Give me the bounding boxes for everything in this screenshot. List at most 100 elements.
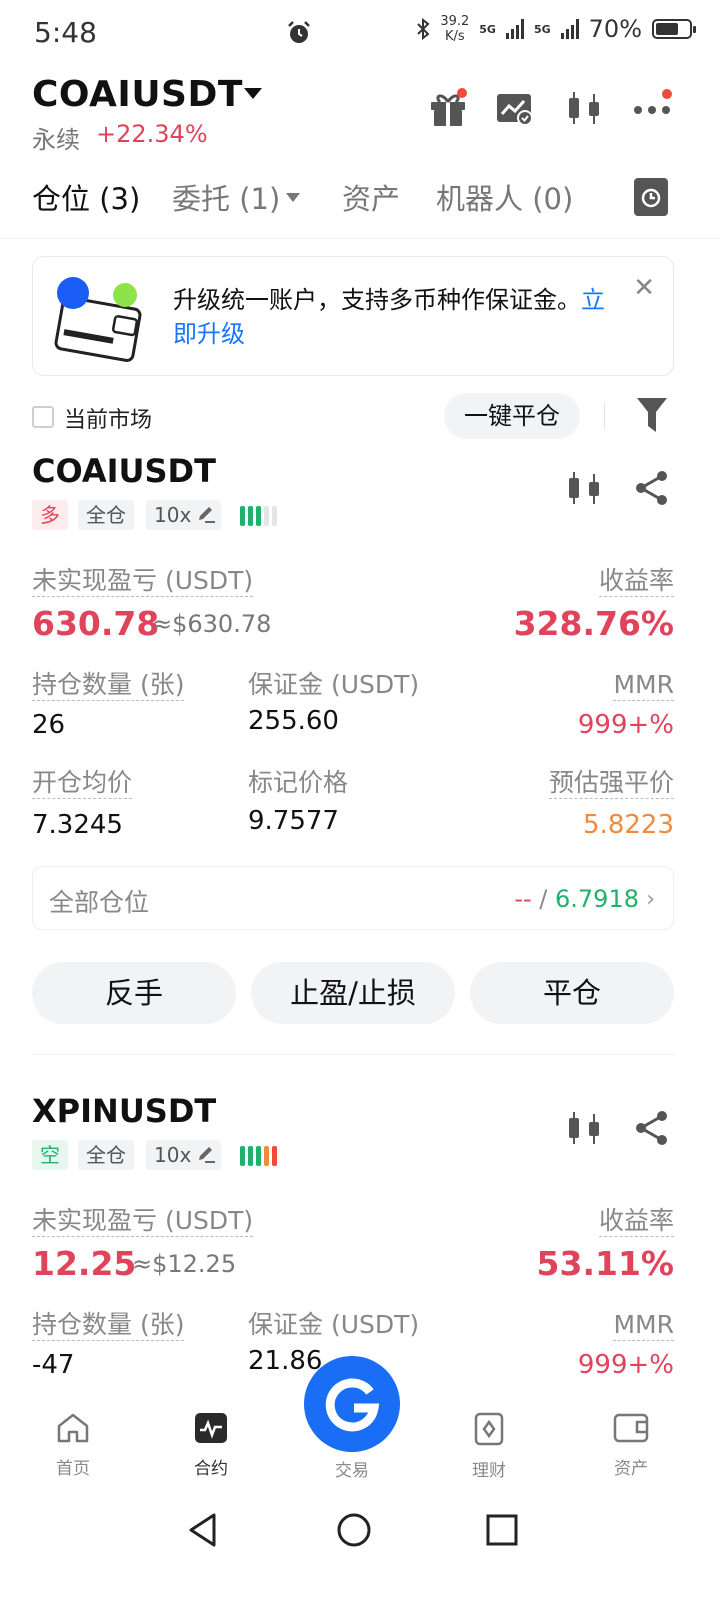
margin-mode-tag: 全仓	[78, 500, 134, 530]
close-position-button[interactable]: 平仓	[470, 962, 674, 1024]
unrealized-pnl-usd: ≈$630.78	[152, 610, 272, 638]
candlestick-icon[interactable]	[564, 88, 604, 128]
upgrade-banner[interactable]: 升级统一账户，支持多币种作保证金。立即升级 ✕	[32, 256, 674, 376]
nav-earn[interactable]: 理财	[444, 1412, 534, 1481]
chevron-right-icon: ›	[646, 887, 655, 912]
unrealized-pnl-usd: ≈$12.25	[132, 1250, 237, 1278]
nav-home-label: 首页	[56, 1459, 90, 1479]
tab-assets[interactable]: 资产	[342, 176, 400, 218]
margin-value: 255.60	[248, 706, 339, 736]
all-positions-label: 全部仓位	[49, 888, 150, 917]
home-circle-icon[interactable]	[336, 1512, 372, 1548]
roe-label[interactable]: 收益率	[598, 1206, 674, 1237]
risk-level-bars	[240, 1146, 277, 1166]
network-type-1: 5G	[479, 22, 496, 36]
risk-bar	[240, 1146, 245, 1166]
current-market-label[interactable]: 当前市场	[64, 402, 152, 434]
chart-check-icon[interactable]	[494, 88, 534, 128]
candlestick-icon[interactable]	[564, 468, 604, 508]
quantity-label[interactable]: 持仓数量 (张)	[32, 1310, 185, 1341]
earn-icon	[474, 1412, 504, 1446]
pair-title[interactable]: COAIUSDT	[32, 74, 243, 115]
margin-label: 保证金 (USDT)	[248, 1310, 420, 1339]
tp-sl-button[interactable]: 止盈/止损	[251, 962, 455, 1024]
margin-label: 保证金 (USDT)	[248, 670, 420, 699]
nav-futures[interactable]: 合约	[166, 1412, 256, 1479]
pair-dropdown-caret-icon[interactable]	[244, 88, 262, 99]
quantity-label[interactable]: 持仓数量 (张)	[32, 670, 185, 701]
roe-label[interactable]: 收益率	[598, 566, 674, 597]
candlestick-icon[interactable]	[564, 1108, 604, 1148]
tab-positions[interactable]: 仓位 (3)	[32, 176, 140, 218]
recents-square-icon[interactable]	[486, 1514, 518, 1546]
tab-orders[interactable]: 委托 (1)	[172, 176, 280, 218]
battery-percentage: 70%	[588, 15, 642, 43]
trade-logo-icon	[325, 1378, 380, 1432]
risk-bar	[248, 506, 253, 526]
system-navigation-bar	[0, 1500, 720, 1600]
trade-button[interactable]	[304, 1356, 400, 1452]
share-icon[interactable]	[632, 468, 672, 508]
mark-price-label: 标记价格	[248, 768, 349, 797]
liq-price-label[interactable]: 预估强平价	[548, 768, 674, 799]
share-icon[interactable]	[632, 1108, 672, 1148]
home-icon	[57, 1413, 89, 1443]
price-change: +22.34%	[96, 120, 208, 148]
unrealized-pnl-label[interactable]: 未实现盈亏 (USDT)	[32, 1206, 254, 1237]
risk-bar	[272, 1146, 277, 1166]
roe-value: 53.11%	[536, 1244, 674, 1283]
nav-futures-label: 合约	[194, 1459, 228, 1479]
position-symbol[interactable]: COAIUSDT	[32, 452, 216, 490]
current-market-checkbox[interactable]	[32, 406, 54, 428]
risk-bar	[264, 1146, 269, 1166]
entry-price-label[interactable]: 开仓均价	[32, 768, 133, 799]
unrealized-pnl-value: 630.78	[32, 604, 160, 643]
mmr-label[interactable]: MMR	[613, 1310, 674, 1341]
banner-close-icon[interactable]: ✕	[633, 273, 655, 303]
unrealized-pnl-label[interactable]: 未实现盈亏 (USDT)	[32, 566, 254, 597]
card-divider	[32, 1054, 674, 1055]
more-notification-dot	[662, 89, 672, 99]
quantity-value: 26	[32, 710, 66, 740]
risk-bar	[256, 506, 261, 526]
futures-icon	[195, 1413, 227, 1443]
status-bar: 5:48 39.2 K/s 5G 5G 70%	[0, 0, 720, 70]
quantity-value: -47	[32, 1350, 75, 1380]
mmr-label[interactable]: MMR	[613, 670, 674, 701]
edit-pencil-icon[interactable]	[196, 1146, 216, 1164]
nav-home[interactable]: 首页	[28, 1412, 118, 1479]
filter-separator	[604, 402, 605, 430]
margin-mode-tag: 全仓	[78, 1140, 134, 1170]
all-positions-summary[interactable]: 全部仓位 -- / 6.7918 ›	[32, 866, 674, 930]
close-all-button[interactable]: 一键平仓	[444, 393, 580, 439]
orders-dropdown-caret-icon[interactable]	[286, 193, 300, 202]
network-speed: 39.2 K/s	[440, 14, 470, 44]
mmr-value: 999+%	[577, 710, 674, 740]
risk-level-bars	[240, 506, 277, 526]
nav-trade-label: 交易	[335, 1461, 369, 1481]
side-tag-short: 空	[32, 1140, 68, 1170]
all-positions-value: -- / 6.7918	[514, 885, 639, 913]
risk-bar	[240, 506, 245, 526]
filter-icon[interactable]	[636, 396, 668, 434]
status-time: 5:48	[34, 16, 97, 49]
risk-bar	[256, 1146, 261, 1166]
risk-bar	[264, 506, 269, 526]
tab-bots[interactable]: 机器人 (0)	[436, 176, 573, 218]
history-document-icon[interactable]	[634, 178, 668, 216]
entry-price-value: 7.3245	[32, 810, 123, 840]
reverse-button[interactable]: 反手	[32, 962, 236, 1024]
mmr-value: 999+%	[577, 1350, 674, 1380]
position-symbol[interactable]: XPINUSDT	[32, 1092, 216, 1130]
risk-bar	[248, 1146, 253, 1166]
contract-type-label: 永续	[32, 126, 80, 154]
banner-text: 升级统一账户，支持多币种作保证金。立即升级	[173, 286, 605, 348]
wallet-icon	[613, 1413, 649, 1443]
back-icon[interactable]	[186, 1512, 220, 1548]
edit-pencil-icon[interactable]	[196, 506, 216, 524]
nav-assets[interactable]: 资产	[586, 1412, 676, 1479]
wallet-illustration-icon	[54, 277, 142, 362]
tabs-divider	[0, 238, 720, 239]
signal-icon-2	[560, 19, 579, 39]
signal-icon-1	[505, 19, 524, 39]
